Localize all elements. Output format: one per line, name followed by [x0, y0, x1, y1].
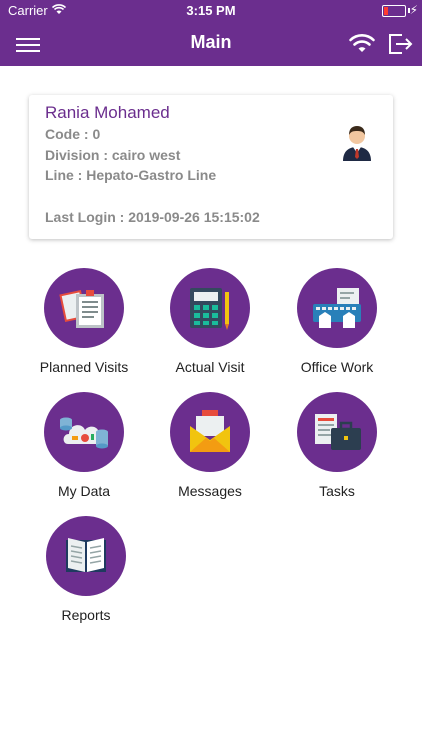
tile-circle — [170, 268, 250, 348]
envelope-icon — [190, 410, 230, 452]
tile-planned-visits[interactable]: Planned Visits — [19, 268, 149, 383]
battery-icon — [382, 5, 406, 17]
tile-circle — [44, 268, 124, 348]
tile-my-data[interactable]: My Data — [19, 392, 149, 507]
tile-reports[interactable]: Reports — [21, 516, 151, 631]
tile-messages[interactable]: Messages — [145, 392, 275, 507]
tile-circle — [44, 392, 124, 472]
user-code: Code : 0 — [45, 126, 101, 142]
tasks-briefcase-icon — [315, 414, 361, 450]
tile-circle — [46, 516, 126, 596]
calculator-icon — [190, 288, 229, 330]
tile-label: My Data — [57, 483, 111, 499]
tile-label: Actual Visit — [175, 359, 245, 375]
tile-office-work[interactable]: Office Work — [272, 268, 402, 383]
book-icon — [66, 538, 106, 572]
tile-label: Messages — [178, 483, 242, 499]
user-division: Division : cairo west — [45, 147, 181, 163]
profile-card: Rania Mohamed Code : 0 Division : cairo … — [29, 95, 393, 239]
clock: 3:15 PM — [186, 3, 236, 18]
user-name: Rania Mohamed — [45, 103, 170, 122]
charging-icon: ⚡ — [409, 3, 418, 17]
avatar-icon — [343, 126, 371, 161]
nav-bar: Main — [0, 22, 422, 66]
tile-label: Tasks — [319, 483, 355, 499]
last-login: Last Login : 2019-09-26 15:15:02 — [45, 209, 260, 225]
wifi-icon[interactable] — [348, 30, 376, 56]
tile-circle — [297, 392, 377, 472]
logout-icon[interactable] — [386, 30, 414, 58]
tile-label: Reports — [61, 607, 111, 623]
tile-tasks[interactable]: Tasks — [272, 392, 402, 507]
office-work-icon — [313, 288, 361, 328]
planned-visits-icon — [59, 290, 104, 328]
tile-label: Planned Visits — [39, 359, 129, 375]
cloud-data-icon — [60, 417, 108, 449]
app-header: Carrier 3:15 PM ⚡ Main — [0, 0, 422, 66]
tile-label: Office Work — [300, 359, 374, 375]
tile-circle — [297, 268, 377, 348]
status-bar: Carrier 3:15 PM ⚡ — [0, 0, 422, 22]
user-line: Line : Hepato-Gastro Line — [45, 167, 217, 183]
tile-circle — [170, 392, 250, 472]
tile-actual-visit[interactable]: Actual Visit — [145, 268, 275, 383]
